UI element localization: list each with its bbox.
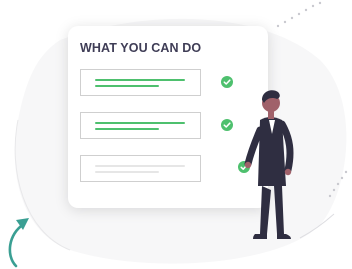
task-item-2-line-short xyxy=(95,128,159,130)
dotted-trail-top xyxy=(276,1,322,28)
task-item-3 xyxy=(80,155,201,182)
dotted-trail-right xyxy=(328,170,348,198)
person-figure xyxy=(238,90,294,239)
task-item-2 xyxy=(80,112,201,139)
check-icon xyxy=(221,119,233,131)
card-title: WHAT YOU CAN DO xyxy=(80,41,202,55)
task-item-1 xyxy=(80,69,201,96)
curved-arrow-icon xyxy=(8,218,29,268)
illustration: WHAT YOU CAN DO xyxy=(0,0,352,269)
task-item-1-line-short xyxy=(95,85,159,87)
task-item-3-line-long xyxy=(95,165,185,167)
task-item-2-line-long xyxy=(95,122,185,124)
task-item-1-line-long xyxy=(95,79,185,81)
task-item-3-line-short xyxy=(95,171,159,173)
check-icon xyxy=(221,76,233,88)
